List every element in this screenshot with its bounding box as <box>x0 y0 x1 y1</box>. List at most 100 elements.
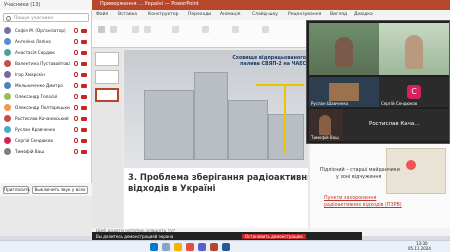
map-link[interactable]: Пункти захоронення <box>324 196 376 202</box>
panel-title: Учасники (13) <box>4 2 41 8</box>
participant-name: Софія М. (Організатор) <box>15 27 66 33</box>
search-icon <box>6 15 11 21</box>
menu-review[interactable]: Рецензування <box>288 12 321 17</box>
mic-muted-icon <box>74 94 78 99</box>
ribbon-tabs: Файл Вставка Конструктор Переходи Анімац… <box>92 10 450 20</box>
crane-arm <box>256 84 304 86</box>
participant-row[interactable]: Ангеліна Лапіна <box>0 36 92 47</box>
start-icon[interactable] <box>150 243 158 251</box>
panel-footer: Пригласить Выключить звук у всех <box>0 183 92 196</box>
mic-muted-icon <box>74 127 78 132</box>
mic-muted-icon <box>74 83 78 88</box>
mic-muted-icon <box>74 39 78 44</box>
menu-transitions[interactable]: Переходи <box>188 12 211 17</box>
participant-search-input[interactable]: Пошук учасника <box>3 13 89 22</box>
thumbnail-slide[interactable] <box>95 70 119 84</box>
participant-row[interactable]: Валентина Пустовойтова 207-1 <box>0 58 92 69</box>
paste-icon[interactable] <box>98 26 105 33</box>
font-icon[interactable] <box>132 26 139 33</box>
menu-insert[interactable]: Вставка <box>118 12 137 17</box>
mute-all-button[interactable]: Выключить звук у всех <box>32 186 88 194</box>
participant-row[interactable]: Олександр Полтарецький 207-1 <box>0 102 92 113</box>
video-tile-camera[interactable] <box>309 23 379 75</box>
participant-name: Ангеліна Лапіна <box>15 38 51 44</box>
participant-row[interactable]: Анастасія Сердюк <box>0 47 92 58</box>
building-block <box>268 114 304 160</box>
camera-off-icon <box>81 105 87 110</box>
tile-name: Ростислав Кача… <box>369 121 420 127</box>
participant-name: Тимофій Ваш <box>15 148 45 154</box>
menu-help[interactable]: Довідка <box>354 12 373 17</box>
mic-muted-icon <box>74 50 78 55</box>
participant-row[interactable]: Тимофій Ваш <box>0 146 92 157</box>
participant-row[interactable]: Руслан Кравченко <box>0 124 92 135</box>
camera-off-icon <box>81 72 87 77</box>
video-tile-avatar[interactable]: Ростислав Кача… <box>343 109 449 141</box>
participant-row[interactable]: Ігор Хмарскін <box>0 69 92 80</box>
camera-off-icon <box>81 149 87 154</box>
participant-name: Ростислав Качанівський <box>15 115 69 121</box>
avatar <box>4 147 11 155</box>
avatar <box>4 59 11 67</box>
camera-off-icon <box>81 127 87 132</box>
participant-name: Анастасія Сердюк <box>15 49 55 55</box>
participants-panel: Учасники (13) Пошук учасника Софія М. (О… <box>0 0 92 196</box>
participant-name: Олександр Голосій <box>15 93 58 99</box>
word-icon[interactable] <box>222 243 230 251</box>
participant-row[interactable]: Ростислав Качанівський <box>0 113 92 124</box>
person-figure <box>319 115 331 135</box>
menu-design[interactable]: Конструктор <box>148 12 178 17</box>
crane-mast <box>284 84 286 154</box>
building-block <box>228 100 268 160</box>
video-tile-camera[interactable] <box>379 23 449 75</box>
participant-name: Мельниченко Дмитро <box>15 82 63 88</box>
menu-slideshow[interactable]: Слайд-шоу <box>252 12 278 17</box>
camera-content <box>329 83 359 101</box>
slide-canvas[interactable]: Сховище відпрацьованого палива СВЯП-2 на… <box>124 50 308 228</box>
screen: Приверження … Україні — PowerPoint Файл … <box>0 0 450 252</box>
windows-taskbar: 13:30 05.11.2024 <box>0 240 450 252</box>
search-icon[interactable] <box>162 243 170 251</box>
arrange-icon[interactable] <box>232 26 239 33</box>
screen-share-bar: Вы делитесь демонстрацией экрана Останов… <box>92 232 362 240</box>
participant-row[interactable]: Олександр Голосій <box>0 91 92 102</box>
file-explorer-icon[interactable] <box>174 243 182 251</box>
map-link[interactable]: радіоактивних відходів (ПЗРВ) <box>324 203 402 209</box>
tile-avatar: С <box>407 85 421 99</box>
invite-button[interactable]: Пригласить <box>3 186 30 194</box>
participant-row[interactable]: Мельниченко Дмитро <box>0 80 92 91</box>
camera-off-icon <box>81 50 87 55</box>
align-icon[interactable] <box>172 26 179 33</box>
video-tile-camera[interactable]: Тимофій Ваш <box>309 109 343 141</box>
menu-view[interactable]: Вигляд <box>330 12 347 17</box>
stop-sharing-button[interactable]: Остановить демонстрацию <box>242 233 306 239</box>
participant-name: Олександр Полтарецький 207-1 <box>15 104 70 110</box>
mic-muted-icon <box>74 149 78 154</box>
camera-off-icon <box>81 61 87 66</box>
thumbnail-slide-active[interactable] <box>95 88 119 102</box>
powerpoint-icon[interactable] <box>210 243 218 251</box>
shapes-icon[interactable] <box>202 26 209 33</box>
chrome-icon[interactable] <box>186 243 194 251</box>
video-tile-avatar[interactable]: С Сергій Сендюков <box>379 77 449 107</box>
new-slide-icon[interactable] <box>110 26 117 33</box>
search-placeholder: Пошук учасника <box>14 15 53 21</box>
participant-name: Руслан Кравченко <box>15 126 56 132</box>
panel-header: Учасники (13) <box>0 0 92 10</box>
person-figure <box>405 35 423 69</box>
slide-thumbnails[interactable] <box>92 48 122 228</box>
bold-icon[interactable] <box>144 26 151 33</box>
avatar <box>4 37 11 45</box>
teams-icon[interactable] <box>198 243 206 251</box>
styles-icon[interactable] <box>262 26 269 33</box>
video-tile-camera[interactable]: Руслан Шавченко <box>309 77 379 107</box>
menu-file[interactable]: Файл <box>96 12 108 17</box>
avatar <box>4 114 11 122</box>
participant-row[interactable]: Сергій Сендюков <box>0 135 92 146</box>
thumbnail-slide[interactable] <box>95 52 119 66</box>
building-block <box>144 90 194 160</box>
menu-animation[interactable]: Анімація <box>220 12 240 17</box>
participant-row[interactable]: Софія М. (Організатор) <box>0 25 92 36</box>
mic-muted-icon <box>74 28 78 33</box>
camera-off-icon <box>81 94 87 99</box>
